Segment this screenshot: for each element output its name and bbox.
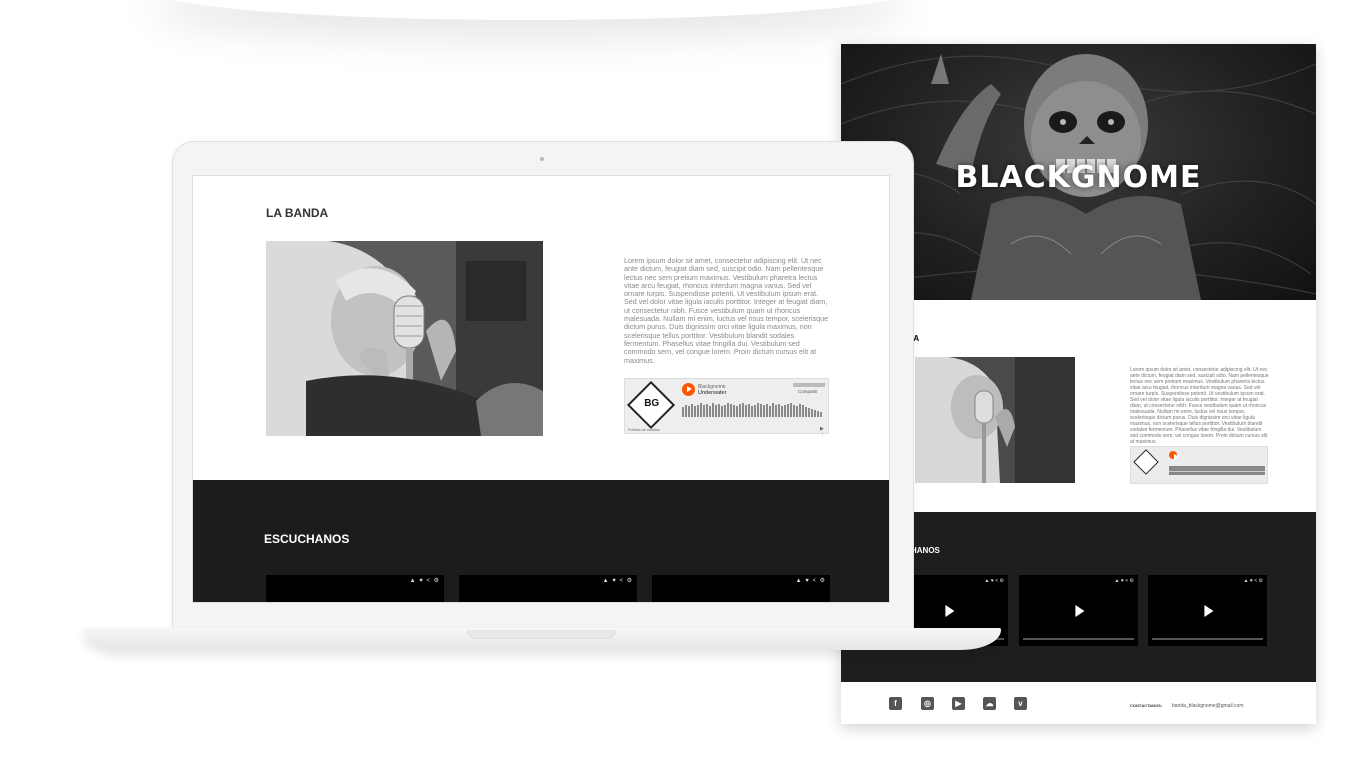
page-video-3[interactable]: ▲ ♥ < ⚙ (1148, 575, 1267, 646)
page-soundcloud-player[interactable] (1130, 446, 1268, 484)
page-section-title-listen: HANOS (911, 546, 940, 555)
laptop-notch (467, 630, 616, 639)
page-band-photo (915, 357, 1075, 483)
laptop-screen: LA BANDA Lorem ipsum dolor sit amet, con… (192, 175, 890, 603)
video-controls[interactable]: ▲ ♥ < ⚙ (1115, 578, 1135, 584)
section-title-listen: ESCUCHANOS (264, 532, 350, 546)
player-share-button[interactable]: Compartir (798, 389, 818, 394)
player-logo-text: BG (644, 398, 660, 410)
facebook-icon[interactable]: f (889, 697, 902, 710)
contact-label: CONTÁCTANOS: (1130, 703, 1163, 708)
page-band-description: Lorem ipsum dolor sit amet, consectetur … (1130, 367, 1269, 445)
page-player-logo (1133, 449, 1159, 475)
page-player-waveform[interactable] (1169, 463, 1265, 475)
page-video-2[interactable]: ▲ ♥ < ⚙ (1019, 575, 1138, 646)
video-controls[interactable]: ▲ ♥ < ⚙ (1244, 578, 1264, 584)
player-play-icon[interactable] (682, 383, 695, 396)
laptop-camera (540, 157, 544, 161)
player-track-title[interactable]: Underwater (698, 390, 726, 396)
soundcloud-icon[interactable]: ☁ (983, 697, 996, 710)
play-icon[interactable] (1203, 604, 1213, 617)
soundcloud-player[interactable]: BG Blackgnome Underwater Compartir Polít… (624, 378, 829, 438)
player-artwork-logo: BG (626, 380, 676, 430)
player-play-small-icon[interactable]: ▶ ⋮ (820, 426, 828, 438)
video-controls[interactable]: ▲ ♥ < ⚙ (410, 577, 440, 584)
soundcloud-logo-icon[interactable] (793, 383, 825, 387)
contact-email-link[interactable]: banda_blackgnome@gmail.com (1172, 703, 1244, 709)
section-title-band: LA BANDA (266, 206, 329, 220)
page-player-play-icon[interactable] (1169, 451, 1179, 460)
video-3[interactable]: ▲ ♥ < ⚙ (652, 575, 830, 602)
video-progress[interactable] (1152, 638, 1263, 640)
play-icon[interactable] (1074, 604, 1084, 617)
video-progress[interactable] (1023, 638, 1134, 640)
vimeo-icon[interactable]: v (1014, 697, 1027, 710)
youtube-icon[interactable]: ▶ (952, 697, 965, 710)
player-waveform[interactable] (682, 401, 825, 419)
page-footer (841, 682, 1316, 724)
video-controls[interactable]: ▲ ♥ < ⚙ (796, 577, 826, 584)
band-description: Lorem ipsum dolor sit amet, consectetur … (624, 256, 829, 365)
video-1[interactable]: ▲ ♥ < ⚙ (266, 575, 444, 602)
decorative-shadow (150, 0, 910, 20)
mockup-stage: BLACKGNOME ANDA Lorem ipsum dolor sit am… (0, 0, 1366, 768)
band-photo (266, 241, 543, 436)
video-controls[interactable]: ▲ ♥ < ⚙ (603, 577, 633, 584)
player-cookie-policy-link[interactable]: Política de cookies (628, 428, 660, 432)
video-controls[interactable]: ▲ ♥ < ⚙ (985, 578, 1005, 584)
instagram-icon[interactable]: ◎ (921, 697, 934, 710)
play-icon[interactable] (944, 604, 954, 617)
video-2[interactable]: ▲ ♥ < ⚙ (459, 575, 637, 602)
